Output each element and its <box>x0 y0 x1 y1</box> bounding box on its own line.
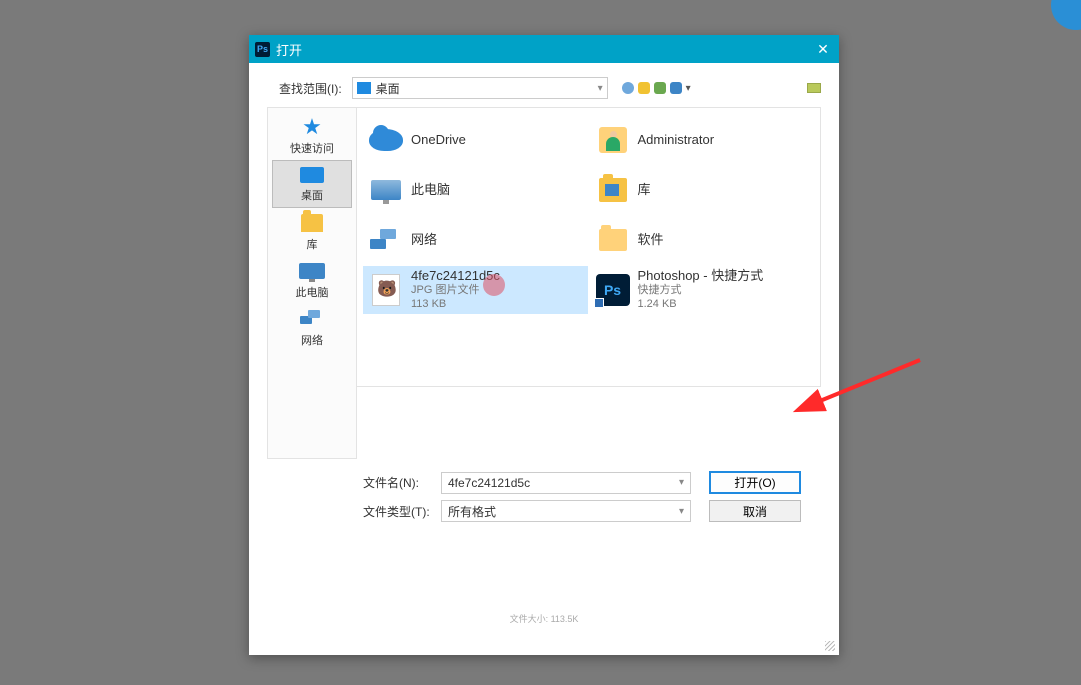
jpg-file-icon <box>367 273 405 307</box>
file-item[interactable]: 此电脑 <box>363 166 588 214</box>
file-type: JPG 图片文件 <box>411 284 500 298</box>
file-size: 113 KB <box>411 298 500 312</box>
library-icon <box>298 212 326 234</box>
network-icon <box>367 223 405 257</box>
photoshop-app-icon: Ps <box>255 42 270 57</box>
dialog-titlebar[interactable]: Ps 打开 ✕ <box>249 35 839 63</box>
place-label: 快速访问 <box>290 140 334 156</box>
view-menu-icon[interactable] <box>670 82 682 94</box>
nav-toolbar: ▾ <box>622 82 691 94</box>
file-type: 快捷方式 <box>638 284 764 298</box>
look-in-row: 查找范围(I): 桌面 ▾ ▾ <box>249 63 839 107</box>
file-item[interactable]: 网络 <box>363 216 588 264</box>
desktop-icon <box>357 82 371 94</box>
cancel-button-label: 取消 <box>743 503 767 520</box>
file-item[interactable]: Ps Photoshop - 快捷方式 快捷方式 1.24 KB <box>590 266 815 314</box>
file-name: 库 <box>638 182 651 198</box>
file-item[interactable]: 软件 <box>590 216 815 264</box>
folder-icon <box>594 223 632 257</box>
footer-filesize-note: 文件大小: 113.5K <box>510 612 579 625</box>
look-in-label: 查找范围(I): <box>279 80 342 97</box>
chevron-down-icon[interactable]: ▾ <box>679 477 684 488</box>
file-name: Photoshop - 快捷方式 <box>638 268 764 284</box>
place-label: 库 <box>307 236 318 252</box>
filetype-combo[interactable]: 所有格式 ▾ <box>441 500 691 522</box>
file-list-pane[interactable]: OneDrive Administrator 此电脑 库 网络 软件 <box>357 107 821 387</box>
dialog-title: 打开 <box>276 40 813 59</box>
network-icon <box>298 308 326 330</box>
photoshop-shortcut-icon: Ps <box>594 273 632 307</box>
desktop-icon <box>298 165 326 185</box>
place-network[interactable]: 网络 <box>272 304 352 352</box>
star-icon: ★ <box>298 116 326 138</box>
close-button[interactable]: ✕ <box>813 39 833 59</box>
filename-label: 文件名(N): <box>363 474 441 491</box>
bottom-form: 文件名(N): 4fe7c24121d5c ▾ 打开(O) 文件类型(T): 所… <box>249 459 839 522</box>
decorative-corner <box>1051 0 1081 30</box>
cancel-button[interactable]: 取消 <box>709 500 801 522</box>
new-folder-icon[interactable] <box>654 82 666 94</box>
file-name: 此电脑 <box>411 182 450 198</box>
file-name: OneDrive <box>411 132 466 148</box>
filename-input[interactable]: 4fe7c24121d5c ▾ <box>441 472 691 494</box>
place-quick-access[interactable]: ★ 快速访问 <box>272 112 352 160</box>
dialog-body: ★ 快速访问 桌面 库 此电脑 网络 OneDriv <box>249 107 839 459</box>
onedrive-icon <box>367 123 405 157</box>
place-desktop[interactable]: 桌面 <box>272 160 352 208</box>
user-folder-icon <box>594 123 632 157</box>
place-libraries[interactable]: 库 <box>272 208 352 256</box>
place-label: 此电脑 <box>296 284 329 300</box>
libraries-icon <box>594 173 632 207</box>
filename-value: 4fe7c24121d5c <box>448 476 679 490</box>
file-item[interactable]: Administrator <box>590 116 815 164</box>
open-file-dialog: Ps 打开 ✕ 查找范围(I): 桌面 ▾ ▾ ★ 快速访问 桌面 <box>249 35 839 655</box>
place-label: 网络 <box>301 332 323 348</box>
pc-icon <box>298 260 326 282</box>
up-folder-icon[interactable] <box>638 82 650 94</box>
look-in-value: 桌面 <box>376 80 598 97</box>
view-dropdown-icon[interactable]: ▾ <box>686 83 691 94</box>
filetype-label: 文件类型(T): <box>363 503 441 520</box>
file-item[interactable]: OneDrive <box>363 116 588 164</box>
resize-grip-icon[interactable] <box>825 641 835 651</box>
chevron-down-icon[interactable]: ▾ <box>679 506 684 517</box>
open-button-label: 打开(O) <box>734 474 775 491</box>
image-sequence-icon[interactable] <box>807 83 821 93</box>
file-item[interactable]: 库 <box>590 166 815 214</box>
filetype-value: 所有格式 <box>448 503 679 520</box>
places-bar: ★ 快速访问 桌面 库 此电脑 网络 <box>267 107 357 459</box>
file-name: Administrator <box>638 132 715 148</box>
back-icon[interactable] <box>622 82 634 94</box>
this-pc-icon <box>367 173 405 207</box>
place-this-pc[interactable]: 此电脑 <box>272 256 352 304</box>
file-name: 网络 <box>411 232 437 248</box>
file-item-selected[interactable]: 4fe7c24121d5c JPG 图片文件 113 KB <box>363 266 588 314</box>
chevron-down-icon: ▾ <box>598 83 603 94</box>
place-label: 桌面 <box>301 187 323 203</box>
file-name: 4fe7c24121d5c <box>411 268 500 284</box>
look-in-combo[interactable]: 桌面 ▾ <box>352 77 608 99</box>
file-size: 1.24 KB <box>638 298 764 312</box>
open-button[interactable]: 打开(O) <box>709 471 801 494</box>
file-name: 软件 <box>638 232 664 248</box>
